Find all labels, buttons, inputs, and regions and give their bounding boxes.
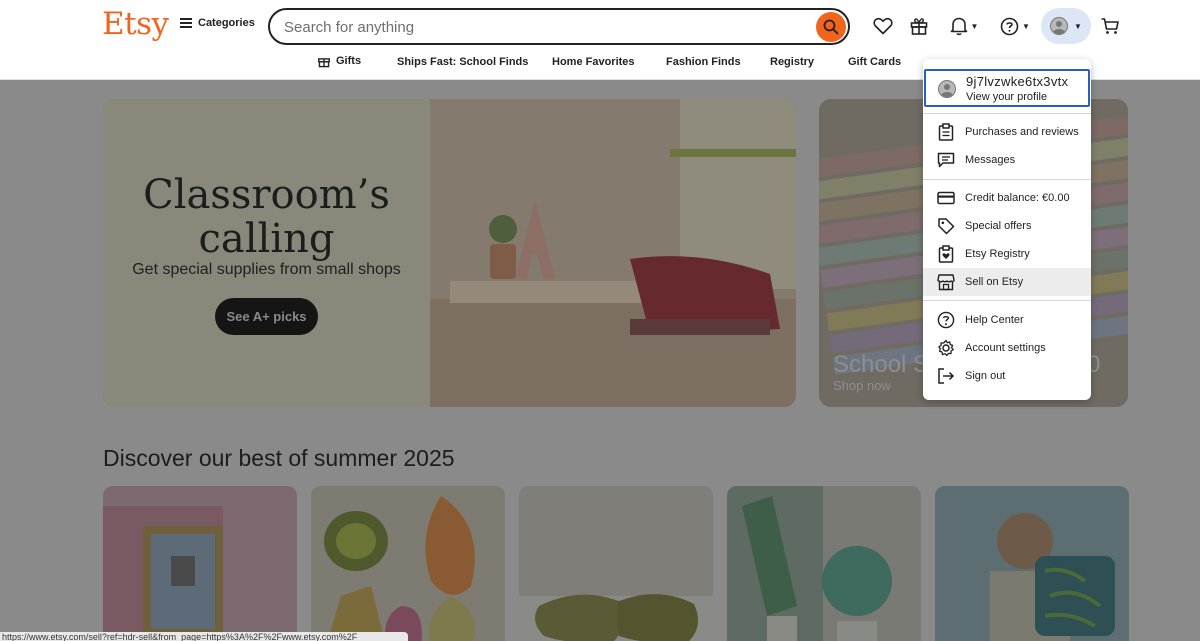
fruit-rugs-photo [311,486,505,641]
menu-item-label: Credit balance: €0.00 [965,192,1070,204]
etsy-logo[interactable]: Etsy [102,6,169,42]
hero-title: Classroom’s calling [143,172,390,262]
subnav-item-registry[interactable]: Registry [770,56,814,68]
hero-image [430,99,796,407]
chevron-down-icon: ▼ [1022,21,1030,31]
pillows-photo [519,486,713,641]
glassware-photo [727,486,921,641]
categories-button[interactable]: Categories [180,17,255,29]
chevron-down-icon: ▼ [970,21,979,31]
menu-item-etsy-registry[interactable]: Etsy Registry [923,240,1091,268]
menu-item-label: Help Center [965,314,1024,326]
bell-icon [950,17,967,36]
menu-item-label: Purchases and reviews [965,126,1079,138]
credit-card-icon [937,189,955,207]
subnav-item-ships-fast[interactable]: Ships Fast: School Finds [397,56,528,68]
avatar [938,80,956,98]
hero-subtitle: Get special supplies from small shops [132,261,401,278]
help-icon [1000,17,1019,35]
link-status-bar: https://www.etsy.com/sell?ref=hdr-sell&f… [0,632,408,641]
search-input[interactable] [284,17,804,37]
avatar [1050,17,1069,35]
menu-item-sign-out[interactable]: Sign out [923,362,1091,390]
menu-item-purchases[interactable]: Purchases and reviews [923,118,1091,146]
search-bar [268,8,850,45]
search-icon [823,19,839,35]
discover-heading: Discover our best of summer 2025 [103,445,455,471]
subnav-item-home-favorites[interactable]: Home Favorites [552,56,635,68]
message-icon [937,151,955,169]
subnav-item-gifts[interactable]: Gifts [317,54,361,68]
hero-banner[interactable]: Classroom’s calling Get special supplies… [103,99,796,407]
menu-item-label: Sign out [965,370,1006,382]
menu-item-messages[interactable]: Messages [923,146,1091,174]
menu-item-label: Account settings [965,342,1046,354]
menu-item-label: Messages [965,154,1016,166]
gift-icon [318,58,330,68]
menu-item-help-center[interactable]: Help Center [923,306,1091,334]
heart-icon [873,17,893,35]
see-picks-button[interactable]: See A+ picks [215,298,318,335]
product-tile[interactable] [727,486,921,641]
gift-icon [910,18,928,35]
divider [923,179,1091,180]
cart-icon [1101,18,1119,34]
product-tile[interactable] [935,486,1129,641]
subnav-label: Gifts [336,55,362,67]
favorites-button[interactable] [872,14,894,38]
menu-item-sell-on-etsy[interactable]: Sell on Etsy [923,268,1091,296]
chevron-down-icon: ▼ [1074,21,1082,31]
notifications-button[interactable]: ▼ [946,14,982,38]
sign-out-icon [937,367,955,385]
account-button[interactable]: ▼ [1041,8,1091,44]
view-profile-link[interactable]: 9j7lvzwke6tx3vtx View your profile [924,69,1090,107]
help-button[interactable]: ▼ [997,14,1033,38]
frame-photo [103,486,297,641]
menu-item-label: Sell on Etsy [965,276,1024,288]
subnav-item-gift-cards[interactable]: Gift Cards [848,56,901,68]
search-button[interactable] [816,12,846,42]
menu-icon [180,18,192,28]
classroom-photo [430,99,796,407]
product-tile[interactable] [311,486,505,641]
cart-button[interactable] [1099,14,1121,38]
clipboard-icon [937,123,955,141]
help-icon [937,311,955,329]
product-tile[interactable] [103,486,297,641]
menu-item-special-offers[interactable]: Special offers [923,212,1091,240]
divider [923,113,1091,114]
gear-icon [937,339,955,357]
menu-item-label: Special offers [965,220,1032,232]
view-profile-label: View your profile [966,91,1048,103]
username: 9j7lvzwke6tx3vtx [966,74,1069,89]
registry-icon [937,245,955,263]
categories-label: Categories [198,17,255,29]
subnav-item-fashion-finds[interactable]: Fashion Finds [666,56,741,68]
divider [923,300,1091,301]
tag-icon [937,217,955,235]
lunchbox-photo [935,486,1129,641]
shop-icon [937,273,955,291]
product-tile[interactable] [519,486,713,641]
account-menu: 9j7lvzwke6tx3vtx View your profile Purch… [923,59,1091,400]
shop-now-link[interactable]: Shop now [833,378,891,393]
menu-item-label: Etsy Registry [965,248,1030,260]
gift-mode-button[interactable] [908,14,930,38]
menu-item-account-settings[interactable]: Account settings [923,334,1091,362]
menu-item-credit-balance[interactable]: Credit balance: €0.00 [923,184,1091,212]
